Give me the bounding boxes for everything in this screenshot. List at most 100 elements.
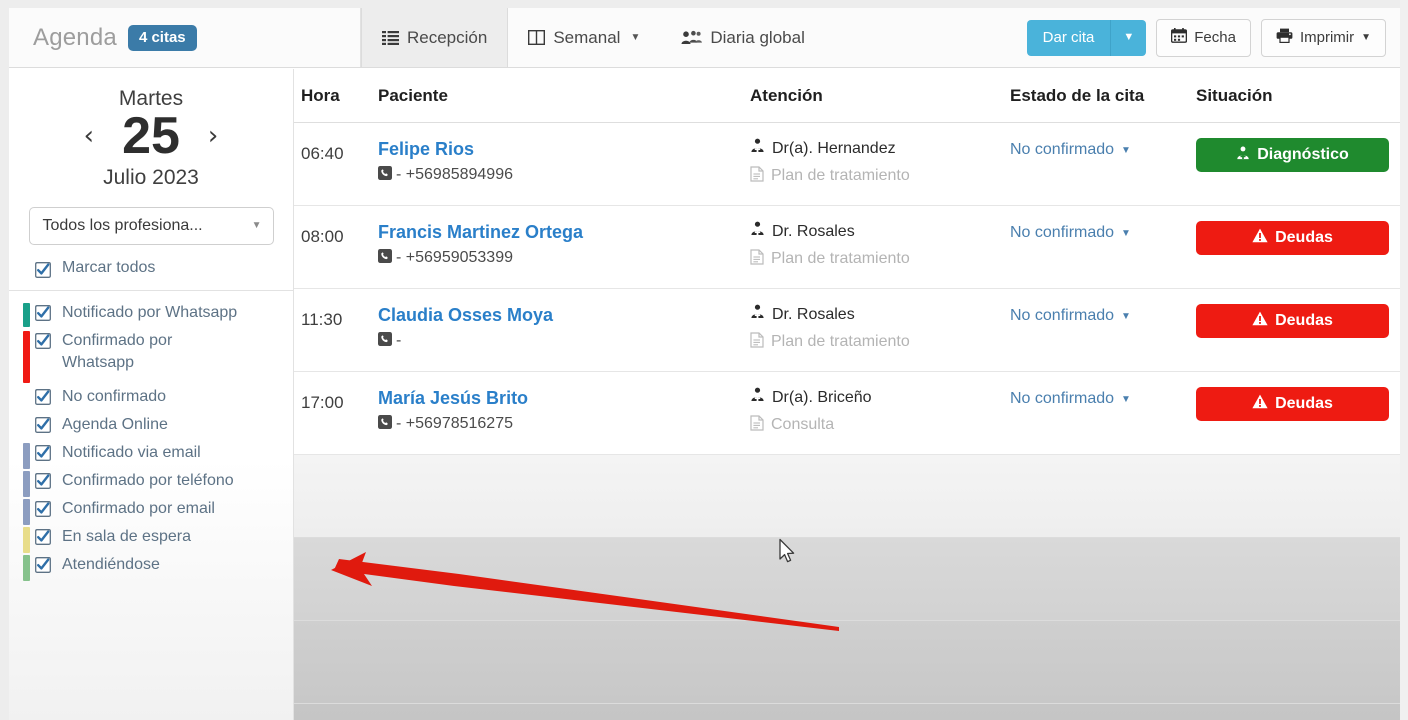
cell-hora: 17:00	[301, 393, 344, 412]
status-badge[interactable]: Diagnóstico	[1196, 138, 1389, 172]
checkbox-checked-icon[interactable]	[35, 332, 51, 349]
tab-semanal-label: Semanal	[553, 27, 621, 47]
list-icon	[382, 30, 399, 45]
prev-day-button[interactable]: ‹	[82, 119, 96, 153]
table-header-row: Hora Paciente Atención Estado de la cita…	[294, 69, 1400, 123]
cell-situacion: Deudas	[1196, 221, 1396, 255]
patient-name-link[interactable]: Felipe Rios	[378, 138, 750, 161]
day-number-label: 25	[122, 107, 180, 165]
date-button-label: Fecha	[1194, 28, 1236, 46]
checkbox-checked-icon[interactable]	[35, 528, 51, 545]
professional-select[interactable]: Todos los profesiona... ▼	[28, 206, 274, 245]
status-filter-label: Confirmado por Whatsapp	[62, 331, 173, 372]
print-button[interactable]: Imprimir ▼	[1260, 18, 1386, 57]
status-filter-item[interactable]: No confirmado	[9, 384, 293, 412]
status-filter-label: Notificado por Whatsapp	[62, 303, 238, 321]
checkbox-checked-icon[interactable]	[35, 416, 51, 433]
status-filter-item[interactable]: Confirmado por email	[9, 496, 293, 525]
phone-icon	[378, 165, 392, 185]
checkbox-checked-icon[interactable]	[35, 261, 51, 278]
status-filter-label: No confirmado	[62, 387, 167, 405]
doctor-name-label: Dr. Rosales	[772, 305, 855, 323]
checkbox-checked-icon[interactable]	[35, 304, 51, 321]
status-filter-item[interactable]: Agenda Online	[9, 412, 293, 440]
cell-paciente: Francis Martinez Ortega - +56959053399	[378, 221, 750, 268]
cell-situacion: Diagnóstico	[1196, 138, 1396, 172]
checkbox-checked-icon[interactable]	[35, 472, 51, 489]
checkbox-checked-icon[interactable]	[35, 500, 51, 517]
status-badge[interactable]: Deudas	[1196, 304, 1389, 338]
new-appointment-split-button: Dar cita ▼	[1026, 19, 1147, 56]
new-appointment-dropdown-button[interactable]: ▼	[1110, 19, 1147, 56]
treatment-label: Plan de tratamiento	[771, 250, 910, 268]
chevron-down-icon: ▼	[1121, 310, 1131, 322]
status-filter-item[interactable]: Confirmado por teléfono	[9, 468, 293, 497]
agenda-app: Agenda 4 citas Recepción Semanal ▼ Diari…	[0, 0, 1408, 720]
phone-number: - +56978516275	[396, 415, 513, 432]
status-badge[interactable]: Deudas	[1196, 221, 1389, 255]
tab-recepcion-label: Recepción	[407, 27, 488, 47]
status-color-bar	[23, 498, 30, 525]
phone-number: -	[396, 332, 402, 349]
new-appointment-button[interactable]: Dar cita	[1026, 19, 1111, 56]
treatment-type: Plan de tratamiento	[750, 249, 1010, 270]
doctor-name-label: Dr(a). Briceño	[772, 388, 872, 406]
cell-hora: 06:40	[301, 144, 344, 163]
doctor-name-label: Dr(a). Hernandez	[772, 139, 896, 157]
warning-icon	[1252, 228, 1268, 248]
appointment-status-dropdown[interactable]: No confirmado ▼	[1010, 221, 1196, 242]
professional-select-value: Todos los profesiona...	[42, 216, 203, 234]
checkbox-checked-icon[interactable]	[35, 388, 51, 405]
column-header-hora: Hora	[301, 85, 340, 105]
doctor-icon	[750, 221, 765, 243]
doctor-name: Dr. Rosales	[750, 221, 1010, 243]
tab-semanal[interactable]: Semanal ▼	[508, 8, 661, 67]
doctor-name-label: Dr. Rosales	[772, 222, 855, 240]
status-filter-item[interactable]: En sala de espera	[9, 524, 293, 553]
status-filter-item[interactable]: Confirmado por Whatsapp	[9, 328, 293, 384]
patient-phone: - +56959053399	[378, 248, 750, 268]
status-filter-item[interactable]: Atendiéndose	[9, 552, 293, 581]
treatment-label: Plan de tratamiento	[771, 333, 910, 351]
status-filter-list: Notificado por Whatsapp Confirmado por W…	[9, 291, 293, 581]
tab-recepcion[interactable]: Recepción	[361, 8, 509, 67]
next-day-button[interactable]: ›	[206, 119, 220, 153]
empty-slot-row[interactable]	[294, 538, 1400, 621]
doctor-icon	[750, 138, 765, 160]
mark-all-row[interactable]: Marcar todos	[9, 259, 293, 291]
status-badge-label: Deudas	[1275, 395, 1333, 412]
table-row[interactable]: 06:40 Felipe Rios - +56985894996 Dr(a). …	[294, 123, 1400, 206]
patient-phone: - +56985894996	[378, 165, 750, 185]
checkbox-checked-icon[interactable]	[35, 556, 51, 573]
status-filter-item[interactable]: Notificado via email	[9, 440, 293, 469]
warning-icon	[1252, 394, 1268, 414]
table-row[interactable]: 08:00 Francis Martinez Ortega - +5695905…	[294, 206, 1400, 289]
status-filter-item[interactable]: Notificado por Whatsapp	[9, 300, 293, 328]
tab-diaria-global[interactable]: Diaria global	[661, 8, 826, 67]
table-row[interactable]: 17:00 María Jesús Brito - +56978516275 D…	[294, 372, 1400, 455]
status-badge[interactable]: Deudas	[1196, 387, 1389, 421]
appointment-status-label: No confirmado	[1010, 141, 1115, 158]
patient-name-link[interactable]: María Jesús Brito	[378, 387, 750, 410]
status-filter-label: En sala de espera	[62, 527, 191, 545]
empty-slot-row[interactable]	[294, 621, 1400, 704]
chevron-down-icon: ▼	[1361, 31, 1371, 43]
date-button[interactable]: Fecha	[1156, 18, 1251, 57]
table-row[interactable]: 11:30 Claudia Osses Moya - Dr. Rosales P…	[294, 289, 1400, 372]
status-color-bar	[23, 554, 30, 581]
chevron-down-icon: ▼	[1121, 393, 1131, 405]
appointment-status-dropdown[interactable]: No confirmado ▼	[1010, 387, 1196, 408]
chevron-down-icon: ▼	[630, 32, 641, 43]
phone-icon	[378, 248, 392, 268]
treatment-type: Plan de tratamiento	[750, 166, 1010, 187]
patient-name-link[interactable]: Francis Martinez Ortega	[378, 221, 750, 244]
printer-icon	[1276, 28, 1293, 47]
phone-number: - +56985894996	[396, 166, 513, 183]
appointment-status-dropdown[interactable]: No confirmado ▼	[1010, 304, 1196, 325]
empty-slot-row[interactable]	[294, 704, 1400, 720]
empty-slot-row[interactable]	[294, 455, 1400, 538]
patient-name-link[interactable]: Claudia Osses Moya	[378, 304, 750, 327]
document-icon	[750, 166, 764, 187]
appointment-status-dropdown[interactable]: No confirmado ▼	[1010, 138, 1196, 159]
checkbox-checked-icon[interactable]	[35, 444, 51, 461]
